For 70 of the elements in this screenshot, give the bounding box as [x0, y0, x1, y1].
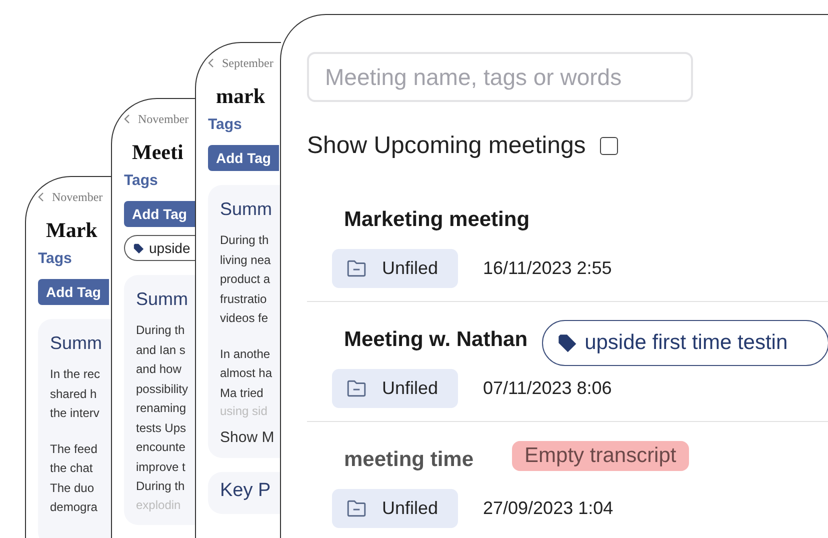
folder-label: Unfiled [382, 498, 438, 519]
summary-text: tests Ups [136, 420, 188, 436]
tag-label: upside first time testin [584, 331, 788, 355]
summary-text: shared h [50, 386, 98, 402]
status-badge: Empty transcript [512, 441, 690, 471]
summary-text: encounte [136, 439, 186, 456]
summary-text: explodin [136, 496, 182, 512]
tag-label: upside [149, 240, 190, 256]
summary-text: During th [136, 322, 186, 339]
tag-icon [556, 333, 577, 353]
folder-icon [346, 259, 367, 278]
meeting-title: Mark [46, 217, 98, 244]
summary-text: the interv [50, 405, 100, 422]
summary-text: and how [136, 361, 182, 378]
summary-text: renaming [136, 400, 188, 417]
meeting-title[interactable]: Marketing meeting [344, 208, 530, 232]
meeting-title: Meeti [132, 139, 184, 166]
tag-icon [133, 242, 144, 254]
tag-chip[interactable]: upside first time testin [542, 320, 828, 366]
upcoming-checkbox[interactable] [600, 137, 618, 155]
summary-text: using sid [220, 403, 268, 419]
back-link[interactable]: November [52, 190, 103, 204]
upcoming-label: Show Upcoming meetings [307, 132, 586, 160]
search-field[interactable]: Meeting name, tags or words [307, 52, 693, 102]
summary-heading: Summ [220, 198, 274, 221]
chevron-icon[interactable] [124, 114, 130, 124]
folder-label: Unfiled [382, 378, 438, 399]
summary-text: In the rec [50, 366, 102, 383]
add-tag-button[interactable]: Add Tag [208, 145, 279, 171]
summary-text: In anothe [220, 346, 272, 362]
summary-text: frustratio [220, 290, 268, 308]
folder-chip[interactable]: Unfiled [332, 369, 458, 408]
summary-text: The duo [50, 480, 96, 496]
summary-heading: Summ [136, 288, 190, 311]
folder-icon [346, 379, 367, 398]
folder-icon [346, 499, 367, 518]
summary-text: During th [136, 478, 186, 495]
chevron-icon[interactable] [38, 192, 44, 202]
folder-chip[interactable]: Unfiled [332, 249, 458, 288]
summary-text: product a [220, 271, 272, 288]
summary-text: During th [220, 232, 270, 249]
summary-text: demogra [50, 499, 98, 516]
back-link[interactable]: September [222, 56, 274, 70]
summary-text: improve t [136, 458, 186, 476]
meeting-title: mark [216, 83, 265, 110]
add-tag-button[interactable]: Add Tag [38, 279, 109, 305]
folder-chip[interactable]: Unfiled [332, 489, 458, 528]
meeting-title[interactable]: meeting time [344, 448, 474, 472]
summary-text: The feed [50, 440, 98, 458]
meeting-date: 07/11/2023 8:06 [483, 378, 612, 399]
back-link[interactable]: November [138, 112, 189, 126]
add-tag-button[interactable]: Add Tag [124, 201, 195, 227]
summary-text: videos fe [220, 310, 270, 327]
summary-text: and Ian s [136, 342, 186, 358]
tags-label: Tags [124, 171, 158, 191]
summary-text: Ma tried [220, 384, 264, 402]
summary-heading: Summ [50, 332, 104, 355]
chevron-icon[interactable] [208, 58, 214, 68]
folder-label: Unfiled [382, 258, 438, 279]
tags-label: Tags [208, 115, 242, 135]
summary-text: the chat [50, 460, 94, 477]
tags-label: Tags [38, 249, 72, 269]
key-points-heading: Key P [220, 480, 272, 502]
meeting-title[interactable]: Meeting w. Nathan [344, 328, 528, 352]
summary-text: possibility [136, 380, 190, 398]
meeting-date: 27/09/2023 1:04 [483, 498, 614, 519]
meeting-date: 16/11/2023 2:55 [483, 258, 612, 279]
summary-text: almost ha [220, 365, 274, 382]
summary-text: living nea [220, 252, 272, 268]
show-more-link[interactable]: Show M [220, 429, 281, 446]
